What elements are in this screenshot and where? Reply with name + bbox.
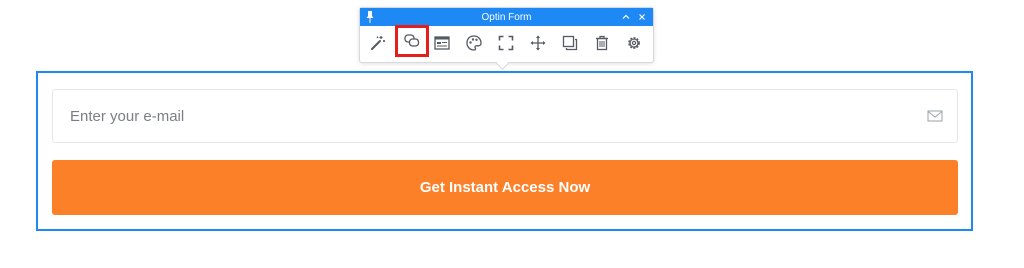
gear-icon — [628, 37, 640, 49]
chevron-up-icon — [622, 14, 630, 19]
magic-wand-icon — [371, 36, 385, 50]
delete-button[interactable] — [587, 29, 617, 57]
toolbar-tools — [360, 26, 653, 62]
email-input[interactable] — [53, 90, 913, 142]
settings-button[interactable] — [619, 29, 649, 57]
email-field[interactable] — [52, 89, 958, 143]
trash-icon — [596, 35, 608, 51]
optin-form-toolbar: Optin Form — [359, 7, 654, 63]
toolbar-title: Optin Form — [481, 11, 532, 23]
pin-icon[interactable] — [365, 10, 375, 24]
fullscreen-button[interactable] — [491, 29, 521, 57]
move-arrows-icon — [530, 35, 546, 51]
get-access-button[interactable]: Get Instant Access Now — [52, 160, 958, 215]
duplicate-button[interactable] — [555, 29, 585, 57]
chat-bubbles-button[interactable] — [395, 25, 429, 57]
palette-icon — [466, 35, 482, 51]
form-fields-icon — [434, 36, 450, 50]
move-button[interactable] — [523, 29, 553, 57]
fullscreen-corners-icon — [498, 35, 514, 51]
close-icon — [639, 14, 645, 20]
collapse-button[interactable] — [619, 10, 633, 24]
magic-button[interactable] — [363, 29, 393, 57]
toolbar-header[interactable]: Optin Form — [360, 8, 653, 26]
close-button[interactable] — [635, 10, 649, 24]
envelope-icon — [927, 110, 943, 122]
duplicate-icon — [562, 35, 578, 51]
form-fields-button[interactable] — [427, 29, 457, 57]
chat-bubbles-icon — [404, 34, 420, 47]
style-button[interactable] — [459, 29, 489, 57]
